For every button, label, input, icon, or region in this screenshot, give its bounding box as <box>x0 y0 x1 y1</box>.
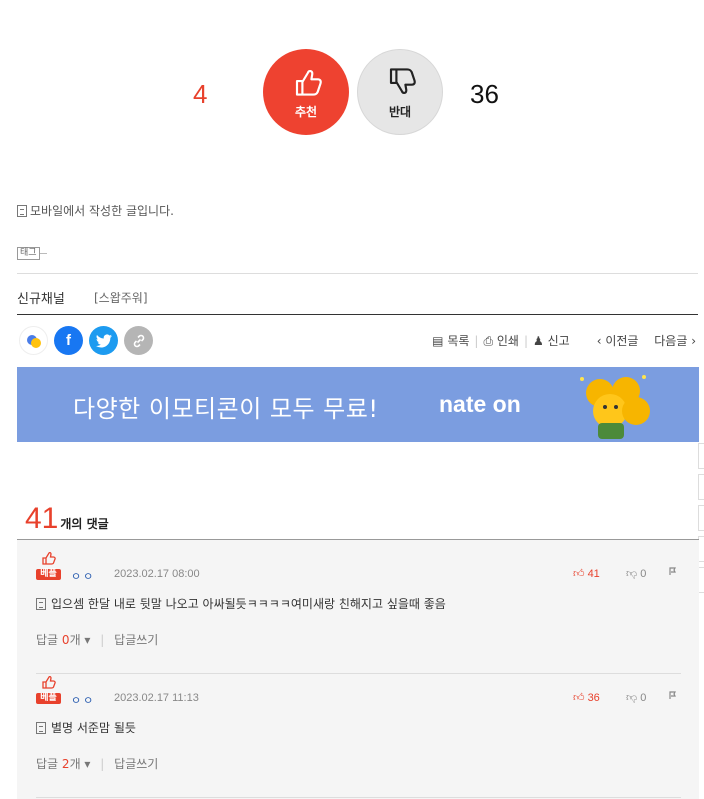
post-toolbar: ▤ 목록 | ⎙ 인쇄 | ♟ 신고 ‹ 이전글 다음글 › <box>432 332 696 349</box>
comment-downvote[interactable]: 👎︎ 0 <box>626 567 646 580</box>
tag-label: 태그 <box>17 247 47 260</box>
comment-author[interactable]: ㅇㅇ <box>71 568 95 584</box>
banner-text: 다양한 이모티콘이 모두 무료! <box>73 395 379 423</box>
divider <box>17 314 698 315</box>
comment-date: 2023.02.17 08:00 <box>114 568 200 580</box>
channel-subtitle: [스왑주워] <box>94 291 148 305</box>
oppose-button[interactable]: 반대 <box>357 49 443 135</box>
thumbs-up-icon <box>295 70 322 96</box>
emoticon-characters-icon <box>580 375 650 439</box>
print-link[interactable]: ⎙ 인쇄 <box>483 332 519 349</box>
comment-text-row: 입으셈 한달 내로 뒷말 나오고 아싸될듯ㅋㅋㅋㅋ여미새랑 친해지고 싶을때 좋… <box>36 595 446 612</box>
comment-author[interactable]: ㅇㅇ <box>71 692 95 708</box>
facebook-share-icon[interactable]: f <box>54 326 83 355</box>
prev-post-link[interactable]: ‹ 이전글 <box>597 334 639 348</box>
comment-count: 41 개의 댓글 <box>25 502 109 536</box>
divider <box>17 273 698 274</box>
link-share-icon[interactable] <box>124 326 153 355</box>
nate-share-icon[interactable] <box>19 326 48 355</box>
comment-list: 베플 ㅇㅇ 2023.02.17 08:00 👍︎ 41 👎︎ 0 입으셈 한달… <box>17 539 699 799</box>
comment-upvote[interactable]: 👍︎ 41 <box>573 567 600 580</box>
thumbs-up-icon <box>42 675 56 689</box>
report-icon[interactable] <box>668 690 678 700</box>
report-link[interactable]: ♟ 신고 <box>533 332 570 349</box>
comment-text: 입으셈 한달 내로 뒷말 나오고 아싸될듯ㅋㅋㅋㅋ여미새랑 친해지고 싶을때 좋… <box>51 597 446 611</box>
document-icon <box>36 721 46 734</box>
up-vote-count: 4 <box>193 79 208 109</box>
divider <box>36 673 681 674</box>
write-reply-link[interactable]: 답글쓰기 <box>114 633 158 647</box>
vote-section: 4 추천 반대 36 <box>0 47 704 137</box>
oppose-label: 반대 <box>388 105 412 119</box>
next-post-link[interactable]: 다음글 › <box>654 334 696 348</box>
nateon-logo: nate on <box>439 391 521 417</box>
side-tab[interactable] <box>698 443 704 469</box>
side-tab[interactable] <box>698 474 704 500</box>
comment-upvote[interactable]: 👍︎ 36 <box>573 691 600 704</box>
document-icon <box>17 204 27 217</box>
best-badge: 베플 <box>36 674 61 704</box>
reply-bar: 답글 2개 ▾ | 답글쓰기 <box>36 757 159 771</box>
list-link[interactable]: ▤ 목록 <box>432 332 469 349</box>
best-badge: 베플 <box>36 550 61 580</box>
comment-count-number: 41 <box>25 502 59 535</box>
thumbs-down-icon <box>389 68 416 94</box>
comment-count-label: 개의 댓글 <box>60 517 109 531</box>
write-reply-link[interactable]: 답글쓰기 <box>114 757 158 771</box>
channel-name[interactable]: 신규채널 <box>17 288 65 307</box>
comment-downvote[interactable]: 👎︎ 0 <box>626 691 646 704</box>
reply-toggle[interactable]: 답글 0개 ▾ <box>36 633 90 647</box>
document-icon <box>36 597 46 610</box>
down-vote-count: 36 <box>470 79 499 109</box>
reply-toggle[interactable]: 답글 2개 ▾ <box>36 757 90 771</box>
report-icon[interactable] <box>668 566 678 576</box>
mobile-note-text: 모바일에서 작성한 글입니다. <box>30 204 174 218</box>
share-bar: f <box>19 326 153 355</box>
comment-text: 별명 서준맘 될듯 <box>51 721 136 735</box>
comment-text-row: 별명 서준맘 될듯 <box>36 719 136 736</box>
mobile-note: 모바일에서 작성한 글입니다. <box>17 202 174 219</box>
side-tab[interactable] <box>698 505 704 531</box>
comment-date: 2023.02.17 11:13 <box>114 692 199 704</box>
twitter-share-icon[interactable] <box>89 326 118 355</box>
reply-bar: 답글 0개 ▾ | 답글쓰기 <box>36 633 159 647</box>
nateon-ad-banner[interactable]: 다양한 이모티콘이 모두 무료! nate on <box>17 367 699 442</box>
recommend-button[interactable]: 추천 <box>263 49 349 135</box>
recommend-label: 추천 <box>294 105 318 119</box>
thumbs-up-icon <box>42 551 56 565</box>
